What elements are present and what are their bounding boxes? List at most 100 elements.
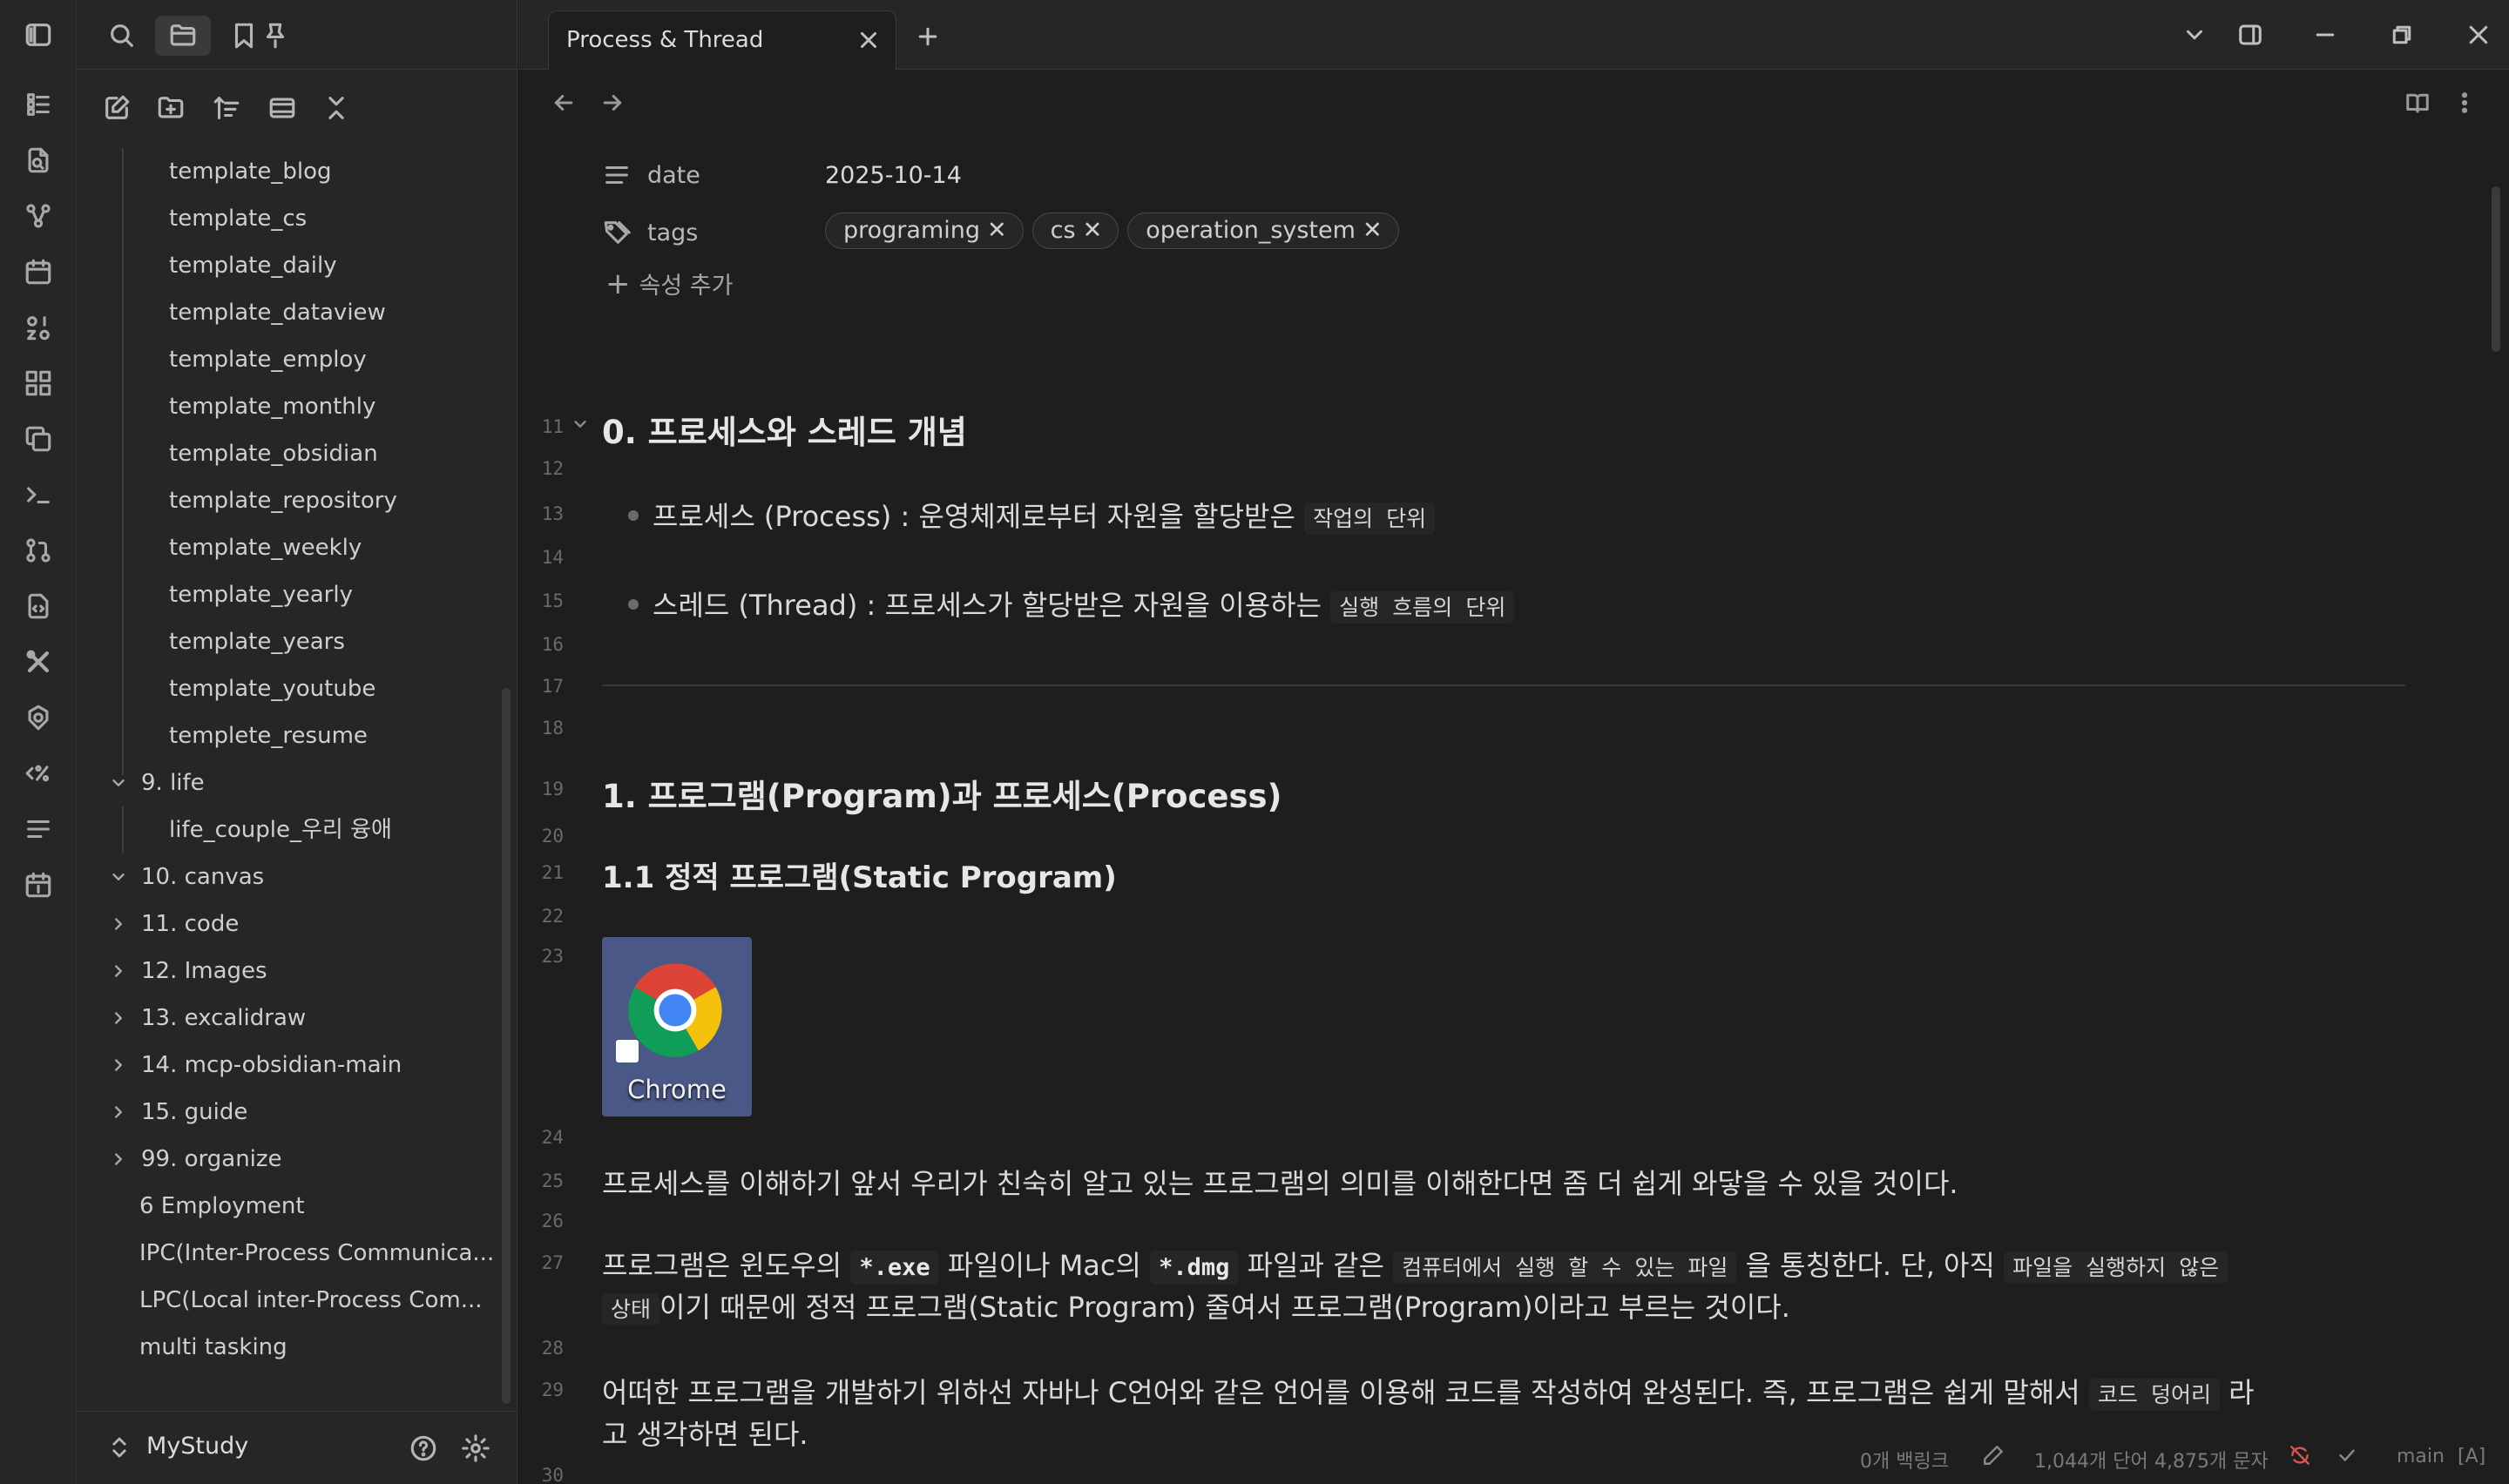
- tree-folder[interactable]: 11. code: [106, 901, 239, 948]
- new-tab-icon[interactable]: [912, 21, 943, 52]
- property-date[interactable]: date 2025-10-14: [602, 153, 1386, 197]
- tree-file[interactable]: LPC(Local inter-Process Com...: [139, 1277, 483, 1324]
- tree-folder-life[interactable]: 9. life: [106, 759, 205, 806]
- tree-file[interactable]: template_employ: [169, 336, 367, 383]
- copy-icon[interactable]: [21, 422, 56, 456]
- tree-file[interactable]: template_cs: [169, 195, 307, 242]
- chevron-down-icon[interactable]: [2177, 19, 2212, 51]
- vault-switcher-icon[interactable]: [106, 1434, 132, 1460]
- folder-label: 11. code: [141, 911, 240, 937]
- terminal-icon[interactable]: [21, 477, 56, 512]
- vault-name[interactable]: MyStudy: [146, 1433, 248, 1460]
- check-icon[interactable]: [2336, 1444, 2358, 1472]
- line-number: 20: [541, 826, 564, 847]
- close-icon[interactable]: ✕: [1363, 217, 1383, 244]
- tools-icon[interactable]: [21, 644, 56, 679]
- window-close-icon[interactable]: [2461, 19, 2496, 51]
- property-tags[interactable]: tags programing ✕ cs ✕ operation_system ✕: [602, 211, 1647, 254]
- tree-folder[interactable]: 15. guide: [106, 1089, 247, 1136]
- bullet-icon: [628, 510, 639, 521]
- tree-file[interactable]: template_yearly: [169, 571, 353, 618]
- property-label: date: [647, 162, 700, 189]
- line-number: 17: [541, 676, 564, 697]
- tag-chip[interactable]: operation_system ✕: [1127, 212, 1399, 249]
- folder-label: 13. excalidraw: [141, 1005, 307, 1031]
- horizontal-rule: [602, 685, 2405, 686]
- git-pull-request-icon[interactable]: [21, 533, 56, 568]
- auto-reveal-icon[interactable]: [263, 89, 301, 127]
- tree-file[interactable]: IPC(Inter-Process Communica...: [139, 1230, 494, 1277]
- folder-icon[interactable]: [155, 16, 211, 56]
- pencil-icon[interactable]: [1982, 1444, 2005, 1472]
- new-note-icon[interactable]: [98, 89, 136, 127]
- new-folder-icon[interactable]: [152, 89, 190, 127]
- forward-arrow-icon[interactable]: [595, 85, 630, 120]
- collapse-all-icon[interactable]: [317, 89, 355, 127]
- close-icon[interactable]: ✕: [987, 217, 1007, 244]
- line-number: 29: [541, 1379, 564, 1400]
- tree-file[interactable]: template_youtube: [169, 665, 375, 712]
- sidebar-toggle-icon[interactable]: [21, 19, 56, 51]
- tree-folder-canvas[interactable]: 10. canvas: [106, 853, 264, 901]
- dashboard-icon[interactable]: [21, 366, 56, 401]
- templater-icon[interactable]: [21, 756, 56, 791]
- close-icon[interactable]: [854, 25, 883, 55]
- file-search-icon[interactable]: [21, 143, 56, 178]
- tag-chip[interactable]: cs ✕: [1031, 212, 1119, 249]
- reading-view-icon[interactable]: [2400, 85, 2435, 120]
- pin-icon[interactable]: [247, 16, 303, 56]
- tree-file[interactable]: template_obsidian: [169, 430, 378, 477]
- property-value[interactable]: 2025-10-14: [825, 162, 962, 189]
- fold-chevron-icon[interactable]: [571, 415, 592, 435]
- calendar-icon[interactable]: [21, 254, 56, 289]
- tree-folder[interactable]: 14. mcp-obsidian-main: [106, 1042, 402, 1089]
- more-options-icon[interactable]: [2447, 85, 2482, 120]
- tree-file[interactable]: template_dataview: [169, 289, 386, 336]
- vault-footer: MyStudy: [77, 1411, 517, 1484]
- tree-file[interactable]: template_weekly: [169, 524, 362, 571]
- daily-note-icon[interactable]: [21, 867, 56, 902]
- line-number: 21: [541, 862, 564, 883]
- tree-folder[interactable]: 12. Images: [106, 948, 267, 995]
- back-arrow-icon[interactable]: [546, 85, 581, 120]
- tag-chip[interactable]: programing ✕: [825, 212, 1024, 249]
- add-property-button[interactable]: + 속성 추가: [605, 266, 733, 301]
- graph-icon[interactable]: [21, 199, 56, 233]
- outline-icon[interactable]: [21, 87, 56, 122]
- tree-file[interactable]: 6 Employment: [139, 1183, 305, 1230]
- sort-icon[interactable]: [207, 89, 246, 127]
- minimize-icon[interactable]: [2308, 19, 2343, 51]
- sort-numbers-icon[interactable]: [21, 310, 56, 345]
- gear-icon[interactable]: [458, 1431, 493, 1466]
- tree-file[interactable]: template_monthly: [169, 383, 375, 430]
- tree-file[interactable]: templete_resume: [169, 712, 368, 759]
- inline-code: 컴퓨터에서 실행 할 수 있는 파일: [1393, 1251, 1737, 1284]
- restore-icon[interactable]: [2384, 19, 2419, 51]
- git-branch[interactable]: main: [2397, 1446, 2445, 1467]
- tree-file[interactable]: template_daily: [169, 242, 337, 289]
- inline-code: 코드 덩어리: [2088, 1379, 2220, 1411]
- help-icon[interactable]: [406, 1431, 441, 1466]
- line-number: 11: [541, 416, 564, 437]
- backlinks-count[interactable]: 0개 백링크: [1860, 1446, 1949, 1474]
- search-icon[interactable]: [94, 16, 150, 56]
- bullet-item: 스레드 (Thread) : 프로세스가 할당받은 자원을 이용하는 실행 흐름…: [602, 583, 2439, 624]
- editor-scrollbar[interactable]: [2492, 186, 2500, 352]
- tree-file[interactable]: template_years: [169, 618, 345, 665]
- tree-folder[interactable]: 13. excalidraw: [106, 995, 306, 1042]
- tab-active[interactable]: Process & Thread: [548, 10, 896, 70]
- tree-file[interactable]: life_couple_우리 융애: [169, 806, 392, 853]
- tree-file[interactable]: template_repository: [169, 477, 397, 524]
- bug-icon[interactable]: [21, 700, 56, 735]
- right-sidebar-toggle-icon[interactable]: [2233, 19, 2268, 51]
- tree-folder[interactable]: 99. organize: [106, 1136, 282, 1183]
- close-icon[interactable]: ✕: [1083, 217, 1103, 244]
- text-lines-icon[interactable]: [21, 812, 56, 847]
- tree-file[interactable]: multi tasking: [139, 1324, 287, 1371]
- sidebar-scrollbar[interactable]: [502, 688, 511, 1404]
- inline-code: 파일을 실행하지 않은: [2004, 1251, 2228, 1284]
- tree-file[interactable]: template_blog: [169, 148, 332, 195]
- file-code-icon[interactable]: [21, 589, 56, 624]
- tree-indent-guide: [122, 806, 124, 853]
- sync-off-icon[interactable]: [2289, 1444, 2311, 1472]
